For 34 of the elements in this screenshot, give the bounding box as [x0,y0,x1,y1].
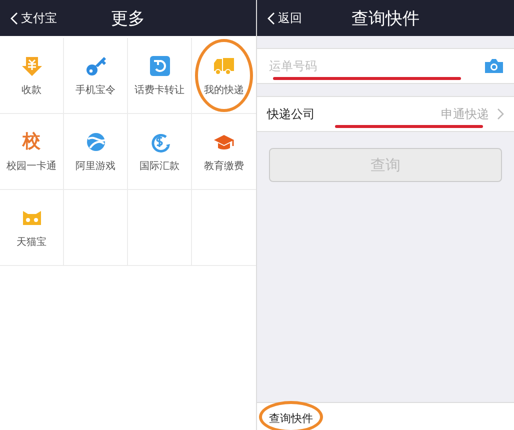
grid-tile[interactable]: 话费卡转让 [128,38,192,114]
grid-item-label[interactable]: 手机宝令 [76,82,116,96]
grid-tile[interactable]: 教育缴费 [192,114,256,190]
grid-tile[interactable]: 我的快递 [192,38,256,114]
grid-item-label[interactable]: 国际汇款 [140,158,180,172]
back-chevron-icon [10,12,18,24]
grid-tile[interactable]: 校 校园一卡通 [0,114,64,190]
back-chevron-icon [267,12,275,24]
grid-item-label[interactable]: 话费卡转让 [134,82,184,96]
camera-icon[interactable] [484,58,504,74]
yuan-icon[interactable] [20,54,42,76]
grid-item-label[interactable]: 阿里游戏 [76,158,116,172]
grid-tile[interactable]: 阿里游戏 [64,114,128,190]
grid-item-label[interactable]: 教育缴费 [204,158,244,172]
grid-item-label[interactable]: 天猫宝 [16,234,46,248]
back-button[interactable]: 返回 [257,8,308,28]
ball-icon[interactable] [84,130,106,152]
grid-item-label[interactable]: 校园一卡通 [6,158,56,172]
tracking-number-field[interactable]: 运单号码 [257,48,514,84]
grid-item-label[interactable]: 收款 [22,82,42,96]
back-button[interactable]: 支付宝 [0,8,63,28]
tracking-number-input[interactable]: 运单号码 [267,58,484,74]
grid-tile[interactable]: 收款 [0,38,64,114]
key-icon[interactable] [84,54,106,76]
chevron-right-icon[interactable] [497,108,504,120]
grid-item-label[interactable]: 我的快递 [204,82,244,96]
grid-tile[interactable]: 国际汇款 [128,114,192,190]
bottom-label: 查询快件 [269,412,313,425]
company-label: 快递公司 [267,106,316,122]
screen-title: 查询快件 [352,8,420,30]
grid-tile[interactable]: 天猫宝 [0,190,64,266]
screen-title: 更多 [111,8,145,30]
grid-tile[interactable]: 手机宝令 [64,38,128,114]
refresh-icon[interactable] [148,54,170,76]
